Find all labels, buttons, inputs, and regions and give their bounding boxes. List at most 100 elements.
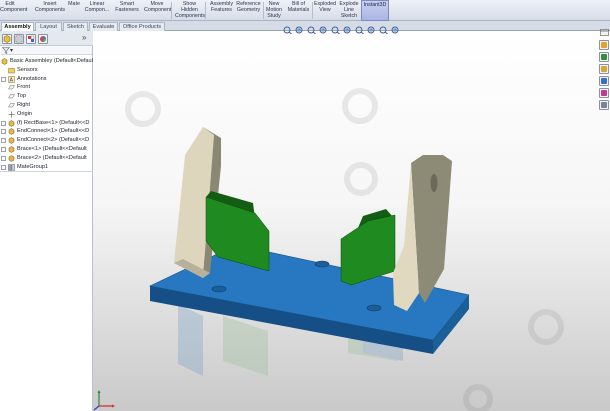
feature-manager-panel: » ▾ Basic Assembley (Default<Default Sens… xyxy=(0,31,93,411)
feature-manager-tab-icon[interactable] xyxy=(2,34,12,44)
endconnect-right-hole xyxy=(430,174,438,192)
view-orientation-icon[interactable] xyxy=(331,26,340,36)
explode-line-sketch-button[interactable]: Explode Line Sketch xyxy=(339,0,359,21)
previous-view-icon[interactable] xyxy=(307,26,316,36)
tab-office-products[interactable]: Office Products xyxy=(119,22,165,31)
expand-toggle-icon[interactable] xyxy=(1,129,6,135)
tree-item[interactable]: Right xyxy=(0,101,93,110)
tree-item[interactable]: Top xyxy=(0,92,93,101)
ribbon-button-label: Component xyxy=(0,7,28,13)
tree-item-label: EndConnect<1> (Default<<D xyxy=(17,128,90,135)
hide-show-items-icon[interactable] xyxy=(355,26,364,36)
tree-item[interactable]: EndConnect<1> (Default<<D xyxy=(0,127,93,136)
new-motion-study-button[interactable]: New Motion Study xyxy=(263,0,285,21)
tab-evaluate[interactable]: Evaluate xyxy=(89,22,118,31)
property-manager-tab-icon[interactable] xyxy=(14,34,24,44)
assembly-features-button[interactable]: Assembly Features xyxy=(208,0,235,21)
tree-item[interactable]: A Annotations xyxy=(0,75,93,84)
tab-layout[interactable]: Layout xyxy=(35,22,62,31)
tree-item[interactable]: Basic Assembley (Default<Default xyxy=(0,57,93,66)
tab-assembly[interactable]: Assembly xyxy=(1,22,34,31)
tree-item[interactable]: Front xyxy=(0,83,93,92)
display-manager-tab-icon[interactable] xyxy=(38,34,48,44)
instant3d-button[interactable]: Instant3D xyxy=(361,0,389,21)
insert-components-button[interactable]: Insert Components xyxy=(31,0,69,21)
edit-appearance-icon[interactable] xyxy=(367,26,376,36)
tree-item-label: Top xyxy=(17,93,27,100)
expand-toggle-icon[interactable] xyxy=(1,164,6,170)
show-hidden-components-button[interactable]: Show Hidden Components xyxy=(175,0,206,21)
tree-item-label: Sensors xyxy=(17,66,38,73)
bill-of-materials-button[interactable]: Bill of Materials xyxy=(286,0,311,21)
edit-component-button[interactable]: Edit Component xyxy=(0,0,28,21)
part-icon xyxy=(8,128,15,136)
ribbon-button-label: Mate xyxy=(68,1,80,7)
ribbon-separator xyxy=(205,2,206,19)
plane-icon xyxy=(8,102,15,109)
origin-icon xyxy=(8,111,15,118)
brace-right-part[interactable] xyxy=(340,209,396,286)
view-palette-icon[interactable] xyxy=(599,76,609,86)
tree-item-label: Right xyxy=(17,102,31,108)
solidworks-window: Edit Component Insert Components Mate Linear C… xyxy=(0,0,610,411)
reference-geometry-button[interactable]: Reference Geometry xyxy=(235,0,262,21)
viewport-maximize-icon[interactable] xyxy=(600,29,609,36)
tree-item-label: Brace<2> (Default<<Default xyxy=(17,154,87,161)
appearances-icon[interactable] xyxy=(599,88,609,98)
solidworks-resources-icon[interactable] xyxy=(599,40,609,50)
feature-manager-toolbar: » xyxy=(0,31,93,46)
tree-item-label: Front xyxy=(17,84,31,91)
ribbon-button-label: Instant3D xyxy=(363,2,387,8)
zoom-to-area-icon[interactable] xyxy=(295,26,304,36)
model-view[interactable] xyxy=(93,31,610,411)
tree-item[interactable]: EndConnect<2> (Default<<D xyxy=(0,136,93,145)
tree-filter[interactable]: ▾ xyxy=(1,47,92,55)
view-settings-icon[interactable] xyxy=(391,26,400,36)
tree-item[interactable]: Brace<1> (Default<<Default xyxy=(0,145,93,154)
expand-toggle-icon[interactable] xyxy=(1,147,6,152)
section-view-icon[interactable] xyxy=(319,26,328,36)
filter-dropdown-icon: ▾ xyxy=(10,48,14,54)
part-icon xyxy=(8,155,15,162)
tree-item[interactable]: (f) RectBase<1> (Default<<D xyxy=(0,119,93,128)
expand-toggle-icon[interactable] xyxy=(1,155,6,161)
smart-fasteners-button[interactable]: Smart Fasteners xyxy=(114,0,140,21)
design-library-icon[interactable] xyxy=(599,52,609,62)
tab-sketch[interactable]: Sketch xyxy=(63,22,88,31)
expand-toggle-icon[interactable] xyxy=(1,76,6,82)
part-icon xyxy=(8,137,15,144)
linear-component-pattern-button[interactable]: Linear Compon... xyxy=(84,0,110,21)
part-icon xyxy=(8,119,15,127)
tree-item-label: (f) RectBase<1> (Default<<D xyxy=(17,119,90,126)
ribbon-button-label: Component xyxy=(144,7,172,13)
endconnect-right-part[interactable] xyxy=(393,155,452,311)
plane-icon xyxy=(8,84,15,91)
tree-item[interactable]: Origin xyxy=(0,110,93,119)
ribbon-button-label: Components xyxy=(175,13,206,19)
tree-item[interactable]: Sensors xyxy=(0,66,93,75)
exploded-view-button[interactable]: Exploded View xyxy=(313,0,337,21)
configuration-manager-tab-icon[interactable] xyxy=(26,34,36,44)
display-style-icon[interactable] xyxy=(343,26,352,36)
expand-toggle-icon[interactable] xyxy=(1,138,6,144)
file-explorer-icon[interactable] xyxy=(599,64,609,74)
apply-scene-icon[interactable] xyxy=(379,26,388,36)
zoom-to-fit-icon[interactable] xyxy=(283,26,292,36)
assembly-icon xyxy=(1,58,8,65)
reference-triad xyxy=(93,390,115,411)
graphics-area[interactable] xyxy=(93,31,610,411)
tree-item[interactable]: Brace<2> (Default<<Default xyxy=(0,154,93,163)
tree-item-label: Brace<1> (Default<<Default xyxy=(17,146,87,152)
expand-toggle-icon[interactable] xyxy=(1,120,6,126)
custom-properties-icon[interactable] xyxy=(599,100,609,110)
ribbon-button-label: Compon... xyxy=(84,7,110,13)
move-component-button[interactable]: Move Component xyxy=(144,0,172,21)
annotations-icon: A xyxy=(8,75,15,83)
expand-panel-icon[interactable]: » xyxy=(82,33,86,42)
base-hole xyxy=(314,260,330,268)
tree-item-label: Origin xyxy=(17,110,32,117)
base-hole xyxy=(211,285,227,293)
sensors-folder-icon xyxy=(8,67,15,74)
mate-button[interactable]: Mate xyxy=(65,0,83,21)
task-pane-tabs xyxy=(598,40,610,123)
